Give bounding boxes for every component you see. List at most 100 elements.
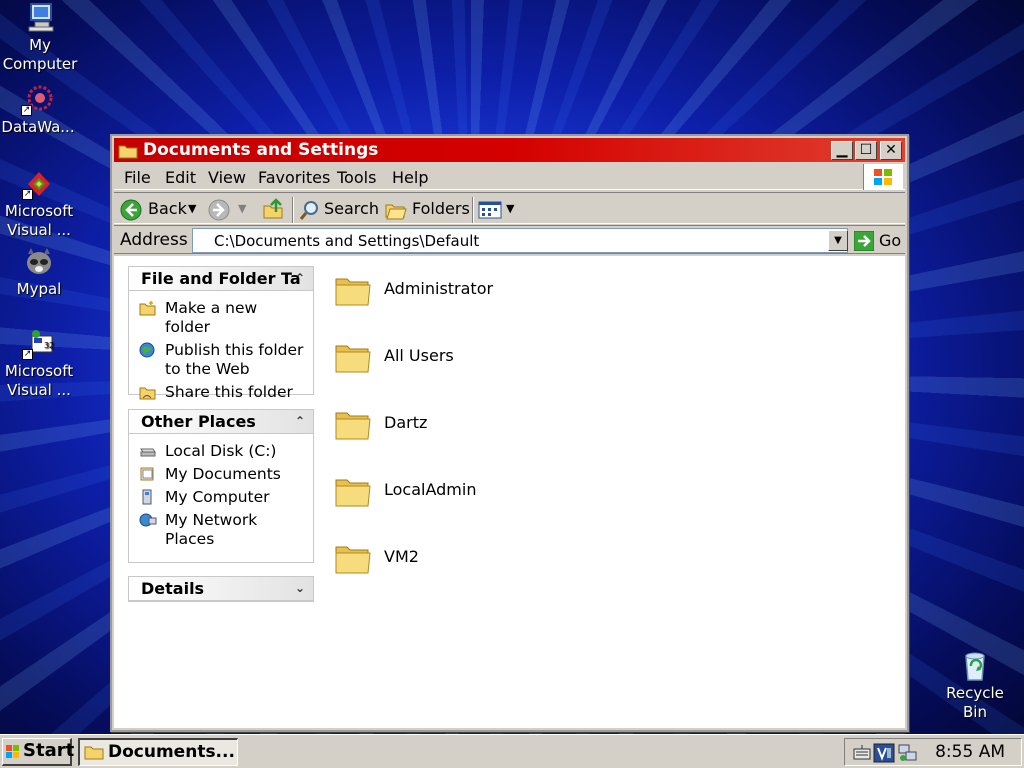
task-label: Make a new folder: [165, 299, 258, 336]
search-icon: [299, 201, 318, 220]
start-label: Start: [23, 740, 75, 761]
folder-name: Dartz: [384, 413, 428, 432]
globe-icon: [139, 342, 155, 358]
up-folder-icon: [263, 198, 283, 219]
clock: 8:55 AM: [935, 742, 1005, 762]
task-label: Publish this folder to the Web: [165, 341, 304, 378]
task-publish-folder[interactable]: Publish this folder to the Web: [139, 341, 307, 379]
panel-title: Other Places: [141, 412, 256, 431]
shortcut-arrow-icon: ↗: [22, 189, 33, 200]
forward-arrow-icon: [208, 199, 230, 221]
folder-name: Administrator: [384, 279, 494, 298]
place-my-computer[interactable]: My Computer: [139, 488, 307, 507]
search-button[interactable]: Search: [298, 198, 379, 222]
other-places-header[interactable]: Other Places ⌃: [129, 410, 313, 434]
desktop-icon-microsoft-visual-2[interactable]: 32 ↗ Microsoft Visual ...: [0, 328, 79, 400]
folder-content-area[interactable]: File and Folder Ta ⌃ Make a new folder P…: [114, 256, 905, 728]
network-connection-icon[interactable]: [897, 743, 919, 763]
toolbar-separator: [472, 197, 474, 223]
desktop-icon-datawa[interactable]: ↗ DataWa...: [0, 84, 78, 137]
windows-flag-icon: [6, 745, 19, 758]
chevron-down-icon: ▼: [834, 235, 842, 246]
network-places-icon: [139, 513, 157, 527]
place-my-documents[interactable]: My Documents: [139, 465, 307, 484]
window-title: Documents and Settings: [143, 140, 379, 160]
desktop-icon-recycle-bin[interactable]: Recycle Bin: [935, 650, 1015, 722]
views-button[interactable]: ▼: [478, 198, 518, 222]
folder-name: LocalAdmin: [384, 480, 477, 499]
vmware-tools-icon[interactable]: [873, 743, 895, 763]
chevron-down-icon: ▼: [238, 202, 247, 215]
task-share-folder[interactable]: Share this folder: [139, 383, 307, 402]
system-tray: 8:55 AM: [844, 738, 1022, 766]
taskbar-button-label: Documents...: [108, 742, 235, 762]
minimize-button[interactable]: ▁: [831, 141, 853, 160]
folder-icon: [335, 479, 371, 507]
file-folder-tasks-panel: File and Folder Ta ⌃ Make a new folder P…: [128, 266, 314, 401]
folder-name: All Users: [384, 346, 454, 365]
folders-label: Folders: [412, 199, 470, 218]
keyboard-icon[interactable]: [853, 744, 871, 762]
visual-basic-icon: 32 ↗: [22, 328, 56, 360]
folder-name: VM2: [384, 547, 419, 566]
address-dropdown-button[interactable]: ▼: [828, 230, 848, 251]
address-input[interactable]: [192, 228, 848, 253]
menu-edit[interactable]: Edit: [165, 168, 196, 187]
menu-bar: File Edit View Favorites Tools Help: [114, 164, 905, 190]
new-folder-icon: [139, 301, 156, 316]
views-icon: [478, 201, 502, 219]
svg-text:32: 32: [44, 341, 54, 350]
file-folder-tasks-header[interactable]: File and Folder Ta ⌃: [129, 267, 313, 291]
menu-view[interactable]: View: [208, 168, 246, 187]
place-local-disk[interactable]: Local Disk (C:): [139, 442, 307, 461]
menu-tools[interactable]: Tools: [337, 168, 376, 187]
mypal-icon: [22, 246, 56, 278]
collapse-chevron-icon[interactable]: ⌃: [295, 267, 305, 289]
menu-help[interactable]: Help: [392, 168, 428, 187]
datawa-icon: ↗: [21, 84, 55, 116]
title-bar[interactable]: Documents and Settings ▁ ☐ ✕: [114, 138, 905, 162]
toolbar: Back ▼ ▼ Search Folders ▼: [114, 192, 905, 224]
taskbar-button-documents[interactable]: Documents...: [78, 738, 238, 766]
place-label: My Network Places: [165, 511, 258, 548]
desktop-icon-my-computer[interactable]: My Computer: [0, 2, 80, 74]
hard-disk-icon: [140, 448, 156, 457]
details-panel: Details ⌄: [128, 576, 314, 602]
desktop-icon-microsoft-visual-1[interactable]: ↗ Microsoft Visual ...: [0, 168, 79, 240]
back-label: Back: [148, 199, 187, 218]
computer-icon: [23, 2, 57, 34]
chevron-down-icon: ▼: [188, 202, 197, 215]
start-button[interactable]: Start: [2, 738, 75, 766]
explorer-window: Documents and Settings ▁ ☐ ✕ File Edit V…: [110, 134, 909, 732]
desktop-icon-label: Mypal: [16, 280, 62, 298]
menu-file[interactable]: File: [124, 168, 151, 187]
menu-favorites[interactable]: Favorites: [258, 168, 330, 187]
maximize-icon: ☐: [859, 142, 873, 158]
task-make-new-folder[interactable]: Make a new folder: [139, 299, 307, 337]
go-label: Go: [879, 231, 902, 250]
toolbar-separator: [292, 197, 294, 223]
folder-icon: [335, 278, 371, 306]
minimize-icon: ▁: [836, 142, 848, 158]
computer-icon: [142, 489, 152, 505]
desktop-icon-label: My Computer: [2, 36, 78, 73]
desktop-icon-label: Recycle Bin: [946, 684, 1004, 721]
place-label: My Documents: [165, 465, 281, 483]
my-documents-icon: [140, 467, 154, 481]
close-button[interactable]: ✕: [880, 141, 902, 160]
details-header[interactable]: Details ⌄: [129, 577, 313, 601]
place-label: My Computer: [165, 488, 270, 506]
taskbar: Start Documents... 8:55 AM: [0, 734, 1024, 768]
address-label: Address: [120, 230, 188, 250]
folders-button[interactable]: Folders: [384, 198, 470, 222]
maximize-button[interactable]: ☐: [855, 141, 877, 160]
go-arrow-icon: [854, 231, 874, 251]
collapse-chevron-icon[interactable]: ⌃: [295, 410, 305, 432]
desktop-icon-mypal[interactable]: Mypal: [0, 246, 79, 299]
up-folder-button[interactable]: [262, 198, 286, 222]
expand-chevron-icon[interactable]: ⌄: [295, 577, 305, 599]
forward-button[interactable]: ▼: [208, 198, 256, 222]
back-button[interactable]: Back ▼: [120, 198, 204, 222]
place-my-network-places[interactable]: My Network Places: [139, 511, 307, 549]
recycle-bin-icon: [958, 650, 992, 682]
